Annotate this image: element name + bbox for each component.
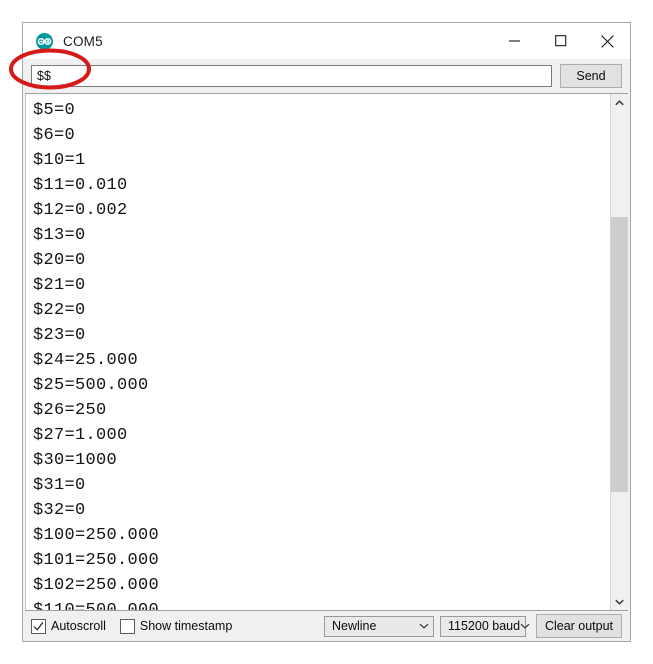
send-button[interactable]: Send: [560, 64, 622, 88]
scrollbar-thumb[interactable]: [611, 217, 628, 492]
send-row: Send: [23, 59, 630, 93]
console-output[interactable]: $5=0 $6=0 $10=1 $11=0.010 $12=0.002 $13=0 $20=…: [25, 94, 610, 610]
close-button[interactable]: [584, 23, 630, 59]
console-line: $6=0: [33, 126, 76, 145]
show-timestamp-label: Show timestamp: [139, 619, 233, 633]
chevron-down-icon[interactable]: [611, 593, 628, 610]
arduino-infinity-icon: [36, 32, 53, 50]
console-line: $23=0: [33, 326, 86, 345]
console-line: $11=0.010: [33, 176, 128, 195]
console-line: $21=0: [33, 276, 86, 295]
minimize-button[interactable]: [492, 23, 538, 59]
console-line: $102=250.000: [33, 576, 160, 595]
console-line: $26=250: [33, 401, 107, 420]
console-line: $24=25.000: [33, 351, 139, 370]
line-ending-value: Newline: [332, 619, 377, 633]
chevron-down-icon: [520, 623, 530, 629]
baud-rate-select[interactable]: 115200 baud: [440, 615, 530, 637]
clear-output-button[interactable]: Clear output: [536, 614, 622, 638]
console-line: $25=500.000: [33, 376, 149, 395]
console-scrollbar[interactable]: [610, 94, 628, 610]
line-ending-select[interactable]: Newline: [324, 615, 434, 637]
console-line: $13=0: [33, 226, 86, 245]
show-timestamp-checkbox-box[interactable]: [119, 618, 135, 634]
autoscroll-checkbox-box[interactable]: [31, 618, 46, 634]
console-line: $5=0: [33, 101, 76, 120]
window-controls: [492, 23, 630, 59]
scrollbar-track[interactable]: [611, 111, 628, 593]
serial-monitor-window: COM5 Send $5=0 $6=0 $10=1 $11=0.010 $12=0.00…: [22, 22, 631, 642]
show-timestamp-checkbox[interactable]: Show timestamp: [119, 618, 233, 634]
command-input[interactable]: [31, 65, 552, 87]
autoscroll-checkbox[interactable]: Autoscroll: [31, 618, 106, 634]
title-bar: COM5: [23, 23, 630, 59]
output-area: $5=0 $6=0 $10=1 $11=0.010 $12=0.002 $13=0 $20=…: [25, 93, 628, 611]
window-title: COM5: [63, 33, 103, 49]
console-line: $12=0.002: [33, 201, 128, 220]
console-line: $100=250.000: [33, 526, 160, 545]
console-line: $31=0: [33, 476, 86, 495]
console-line: $27=1.000: [33, 426, 128, 445]
chevron-down-icon: [419, 623, 429, 629]
console-line: $101=250.000: [33, 551, 160, 570]
console-line: $20=0: [33, 251, 86, 270]
console-line: $110=500.000: [33, 598, 610, 610]
console-line: $30=1000: [33, 451, 118, 470]
chevron-up-icon[interactable]: [611, 94, 628, 111]
bottom-bar: Autoscroll Show timestamp Newline 115200…: [23, 611, 630, 641]
maximize-button[interactable]: [538, 23, 584, 59]
console-line: $10=1: [33, 151, 86, 170]
autoscroll-label: Autoscroll: [51, 619, 106, 633]
console-line: $22=0: [33, 301, 86, 320]
console-line: $32=0: [33, 501, 86, 520]
baud-rate-value: 115200 baud: [448, 619, 521, 633]
